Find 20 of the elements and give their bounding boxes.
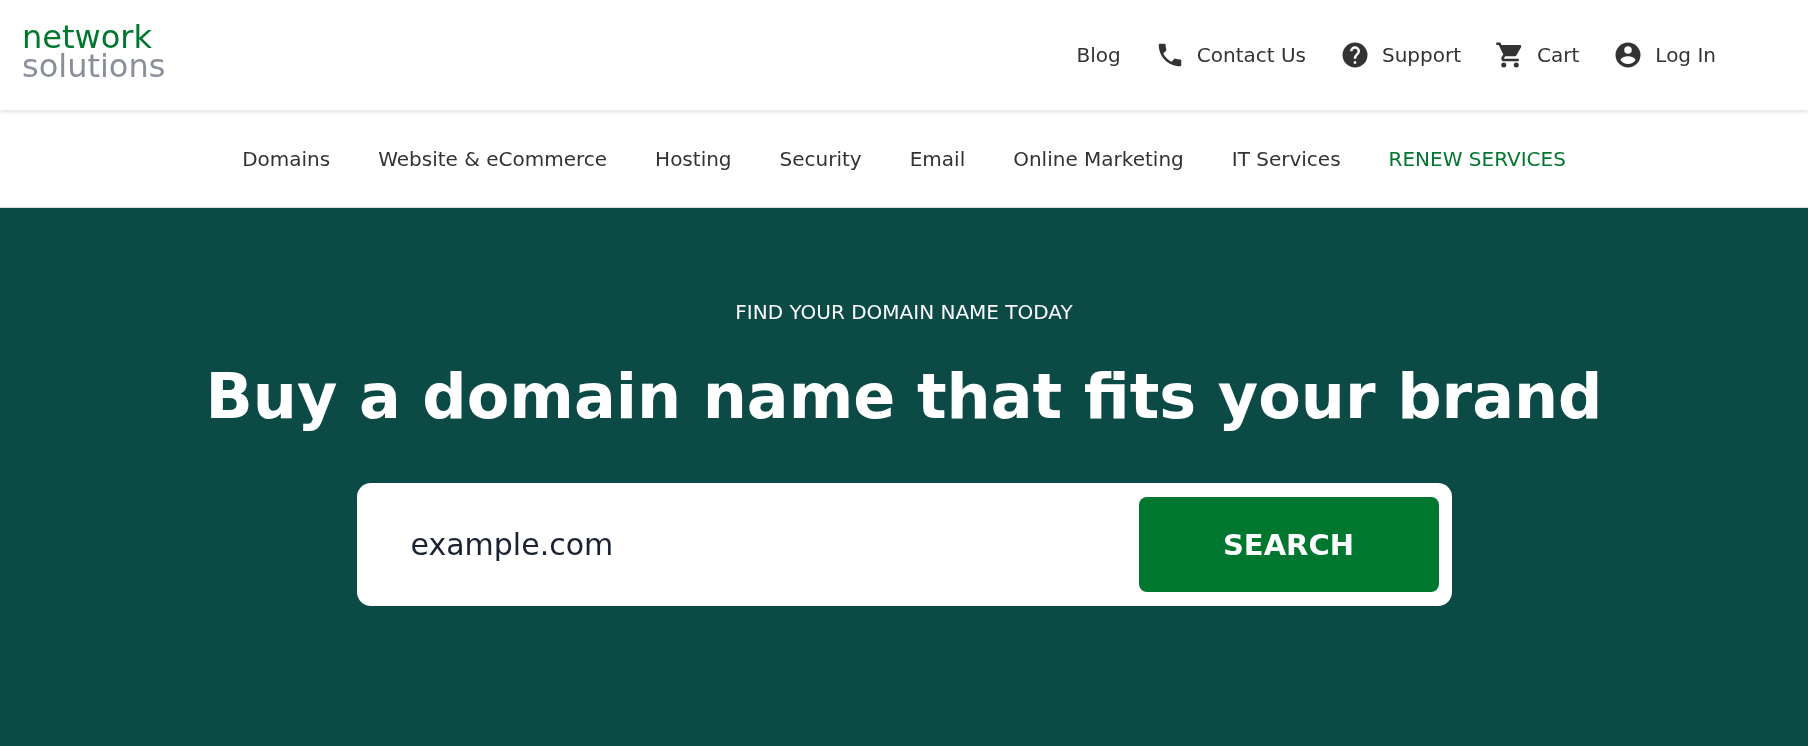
domain-search-field[interactable]: example.com SEARCH	[356, 483, 1452, 606]
nav-link[interactable]: RENEW SERVICES	[1388, 146, 1566, 171]
hero-heading: Buy a domain name that fits your brand	[205, 360, 1603, 433]
header-link[interactable]: Support	[1340, 40, 1462, 70]
nav-link[interactable]: Email	[909, 146, 966, 171]
header-link[interactable]: Cart	[1495, 40, 1580, 70]
logo-text: network	[22, 23, 152, 52]
nav-link[interactable]: IT Services	[1231, 146, 1341, 171]
nav-link[interactable]: Hosting	[655, 146, 732, 171]
header-link[interactable]: Contact Us	[1154, 40, 1306, 70]
nav-link[interactable]: Online Marketing	[1013, 146, 1184, 171]
nav-link[interactable]: Security	[779, 146, 862, 171]
search-button[interactable]: SEARCH	[1138, 497, 1439, 592]
hero-kicker: FIND YOUR DOMAIN NAME TODAY	[735, 300, 1073, 324]
header-link[interactable]: Blog	[1076, 43, 1121, 67]
header-link[interactable]: Log In	[1613, 40, 1716, 70]
nav-link[interactable]: Domains	[242, 146, 331, 171]
logo-text: solutions	[22, 52, 166, 81]
nav-link[interactable]: Website & eCommerce	[378, 146, 608, 171]
help-icon	[1340, 40, 1370, 70]
